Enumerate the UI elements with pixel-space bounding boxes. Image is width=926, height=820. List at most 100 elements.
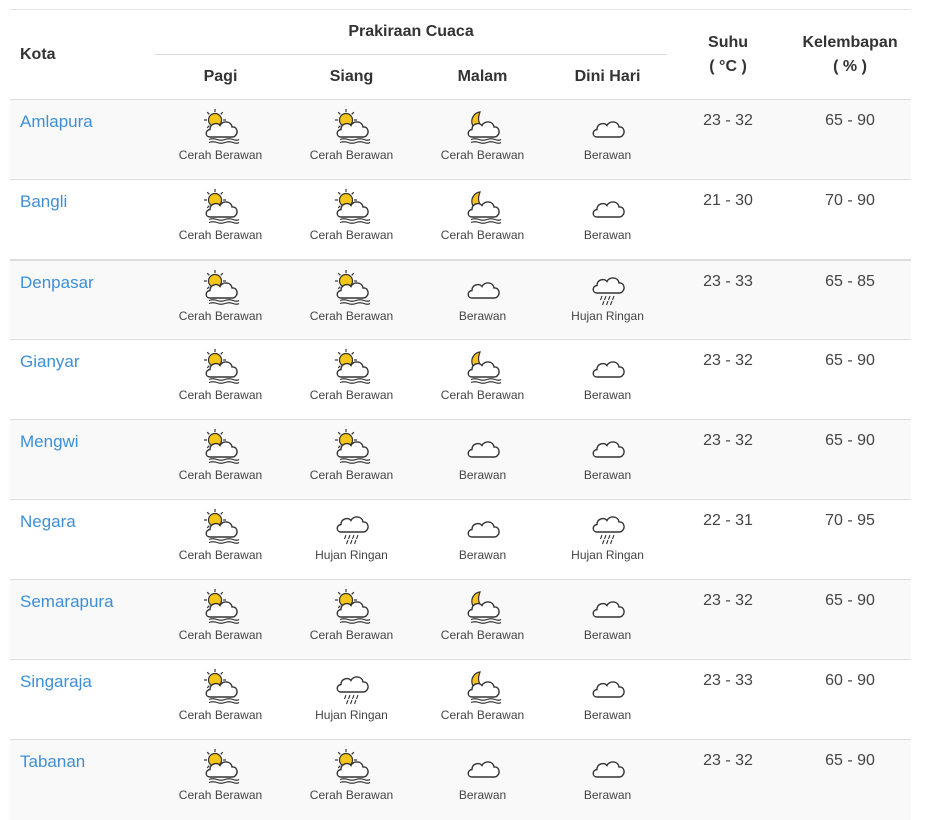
temperature-cell: 23 - 32 — [667, 739, 790, 820]
cloud-icon — [588, 668, 628, 706]
temperature-cell: 21 - 30 — [667, 179, 790, 260]
city-cell: Mengwi — [10, 419, 155, 500]
humidity-cell: 70 - 90 — [789, 179, 912, 260]
forecast-label: Cerah Berawan — [309, 468, 394, 482]
header-suhu: Suhu ( °C ) — [667, 10, 790, 100]
sun-cloud-haze-icon — [332, 428, 372, 466]
sun-cloud-haze-icon — [201, 428, 241, 466]
table-row: Denpasar Cerah Berawan Cerah Berawan Berawa… — [10, 258, 912, 340]
table-row: Gianyar Cerah Berawan Cerah Berawan Cerah B… — [10, 339, 912, 420]
forecast-label: Cerah Berawan — [309, 388, 394, 402]
forecast-cell: Cerah Berawan — [155, 419, 286, 500]
forecast-label: Cerah Berawan — [309, 228, 394, 242]
sun-cloud-haze-icon — [332, 269, 372, 307]
forecast-label: Berawan — [583, 788, 632, 802]
forecast-label: Berawan — [458, 308, 507, 323]
city-link[interactable]: Amlapura — [20, 112, 93, 131]
sun-cloud-haze-icon — [201, 108, 241, 146]
sun-cloud-haze-icon — [201, 269, 241, 307]
forecast-cell: Cerah Berawan — [286, 419, 417, 500]
forecast-label: Cerah Berawan — [309, 308, 394, 323]
forecast-label: Cerah Berawan — [178, 468, 263, 482]
forecast-cell: Hujan Ringan — [286, 659, 417, 740]
forecast-label: Cerah Berawan — [440, 148, 525, 162]
forecast-cell: Berawan — [548, 179, 668, 260]
forecast-label: Hujan Ringan — [315, 708, 388, 722]
city-link[interactable]: Semarapura — [20, 592, 114, 611]
forecast-label: Cerah Berawan — [178, 628, 263, 642]
city-cell: Tabanan — [10, 739, 155, 820]
forecast-label: Cerah Berawan — [440, 228, 525, 242]
forecast-cell: Cerah Berawan — [155, 339, 286, 420]
cloud-icon — [463, 748, 503, 786]
temperature-cell: 22 - 31 — [667, 499, 790, 580]
forecast-label: Cerah Berawan — [309, 148, 394, 162]
humidity-cell: 70 - 95 — [789, 499, 912, 580]
forecast-cell: Berawan — [417, 499, 548, 580]
temperature-cell: 23 - 32 — [667, 579, 790, 660]
cloud-icon — [588, 108, 628, 146]
table-row: Amlapura Cerah Berawan Cerah Berawan Cerah … — [10, 99, 912, 180]
forecast-label: Berawan — [458, 468, 507, 482]
header-period-malam: Malam — [417, 54, 548, 100]
sun-cloud-haze-icon — [201, 588, 241, 626]
forecast-cell: Cerah Berawan — [286, 739, 417, 820]
cloud-icon — [463, 269, 503, 307]
city-cell: Amlapura — [10, 99, 155, 180]
city-cell: Negara — [10, 499, 155, 580]
city-link[interactable]: Bangli — [20, 192, 67, 211]
forecast-label: Cerah Berawan — [178, 148, 263, 162]
city-link[interactable]: Singaraja — [20, 672, 92, 691]
forecast-label: Cerah Berawan — [178, 548, 263, 562]
cloud-icon — [588, 348, 628, 386]
forecast-cell: Cerah Berawan — [155, 499, 286, 580]
forecast-cell: Berawan — [548, 419, 668, 500]
forecast-cell: Cerah Berawan — [155, 99, 286, 180]
temperature-cell: 23 - 32 — [667, 99, 790, 180]
forecast-label: Cerah Berawan — [440, 388, 525, 402]
header-row: Kota Prakiraan Cuaca Suhu ( °C ) Kelemba… — [10, 10, 912, 100]
forecast-cell: Hujan Ringan — [548, 258, 668, 340]
header-period-siang: Siang — [286, 54, 417, 100]
cloud-icon — [463, 508, 503, 546]
header-period-pagi: Pagi — [155, 54, 286, 100]
forecast-label: Cerah Berawan — [440, 628, 525, 642]
cloud-icon — [588, 428, 628, 466]
forecast-cell: Cerah Berawan — [286, 99, 417, 180]
temperature-cell: 23 - 33 — [667, 258, 790, 340]
forecast-cell: Berawan — [548, 659, 668, 740]
city-link[interactable]: Tabanan — [20, 752, 85, 771]
header-kelembapan-unit: ( % ) — [833, 57, 867, 75]
header-forecast-group: Prakiraan Cuaca — [348, 23, 474, 40]
city-link[interactable]: Mengwi — [20, 432, 79, 451]
forecast-label: Berawan — [458, 548, 507, 562]
table-row: Negara Cerah Berawan Hujan Ringan Berawan Hu… — [10, 499, 912, 580]
humidity-cell: 65 - 90 — [789, 339, 912, 420]
forecast-table-body: Amlapura Cerah Berawan Cerah Berawan Cerah … — [10, 99, 912, 820]
humidity-cell: 65 - 85 — [789, 258, 912, 340]
moon-cloud-haze-icon — [463, 348, 503, 386]
weather-forecast-page: Kota Prakiraan Cuaca Suhu ( °C ) Kelemba… — [0, 0, 926, 820]
city-cell: Gianyar — [10, 339, 155, 420]
city-link[interactable]: Negara — [20, 512, 76, 531]
forecast-label: Cerah Berawan — [178, 228, 263, 242]
forecast-label: Cerah Berawan — [178, 388, 263, 402]
city-link[interactable]: Gianyar — [20, 352, 80, 371]
sun-cloud-haze-icon — [332, 348, 372, 386]
forecast-label: Berawan — [458, 788, 507, 802]
forecast-label: Hujan Ringan — [571, 548, 644, 562]
header-kota: Kota — [10, 10, 155, 100]
sun-cloud-haze-icon — [332, 588, 372, 626]
cloud-icon — [588, 588, 628, 626]
forecast-cell: Berawan — [548, 739, 668, 820]
forecast-cell: Cerah Berawan — [417, 99, 548, 180]
city-cell: Bangli — [10, 179, 155, 260]
forecast-label: Berawan — [583, 468, 632, 482]
cloud-icon — [463, 428, 503, 466]
forecast-label: Berawan — [583, 228, 632, 242]
moon-cloud-haze-icon — [463, 588, 503, 626]
forecast-label: Cerah Berawan — [309, 788, 394, 802]
sun-cloud-haze-icon — [201, 348, 241, 386]
forecast-cell: Cerah Berawan — [155, 739, 286, 820]
city-link[interactable]: Denpasar — [20, 273, 94, 292]
